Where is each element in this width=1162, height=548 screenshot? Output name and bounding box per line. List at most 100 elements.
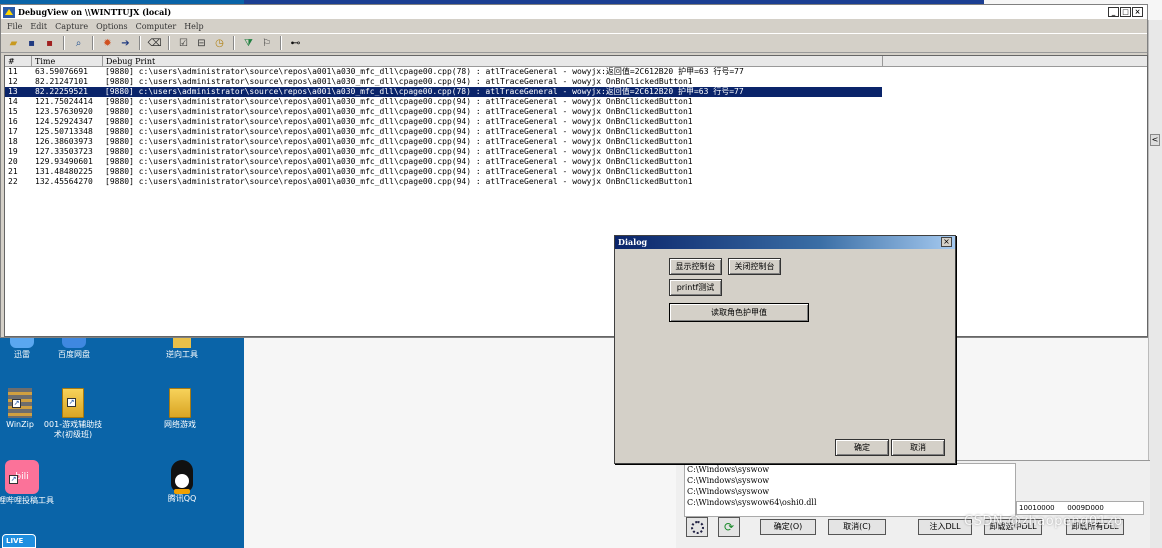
time-icon[interactable]: ⊟ bbox=[195, 37, 208, 50]
desktop-icon-label: WinZip bbox=[6, 420, 34, 429]
debug-output-list[interactable]: # Time Debug Print 11 63.59076691 [9880] c… bbox=[4, 55, 1148, 337]
log-time: 123.57630920 bbox=[35, 107, 93, 116]
menu-computer[interactable]: Computer bbox=[136, 22, 177, 31]
capture-icon[interactable]: ✹ bbox=[101, 37, 114, 50]
module-list[interactable]: C:\Windows\syswow C:\Windows\syswow C:\W… bbox=[684, 463, 1016, 517]
log-index: 15 bbox=[8, 107, 18, 116]
menu-edit[interactable]: Edit bbox=[30, 22, 47, 31]
module-path[interactable]: C:\Windows\syswow64\oshi0.dll bbox=[685, 497, 1015, 508]
log-index: 21 bbox=[8, 167, 18, 176]
save-icon[interactable]: ▪ bbox=[25, 37, 38, 50]
read-armor-button[interactable]: 读取角色护甲值 bbox=[669, 303, 809, 322]
shortcut-arrow-icon: ↗ bbox=[67, 398, 76, 407]
desktop-icon-online-games[interactable]: 网络游戏 bbox=[150, 388, 210, 430]
refresh-icon-button[interactable]: ⟳ bbox=[718, 517, 740, 537]
log-message: [9880] c:\users\administrator\source\rep… bbox=[105, 177, 693, 186]
arrow-right-icon[interactable]: ➔ bbox=[119, 37, 132, 50]
save-as-icon[interactable]: ▪ bbox=[43, 37, 56, 50]
log-index: 11 bbox=[8, 67, 18, 76]
desktop-icon-baidu-netdisk[interactable]: 百度网盘 bbox=[44, 338, 104, 360]
debugview-title-bar[interactable]: DebugView on \\WINTTUJX (local) _ □ × bbox=[1, 5, 1147, 19]
log-row[interactable]: 21 131.48480225 [9880] c:\users\administra… bbox=[5, 167, 1147, 177]
log-time: 126.38603973 bbox=[35, 137, 93, 146]
log-index: 14 bbox=[8, 97, 18, 106]
log-row[interactable]: 19 127.33503723 [9880] c:\users\administra… bbox=[5, 147, 1147, 157]
minimize-button[interactable]: _ bbox=[1108, 7, 1119, 17]
column-header-debug-print[interactable]: Debug Print bbox=[103, 56, 883, 66]
desktop-icon-qq[interactable]: 腾讯QQ bbox=[152, 460, 212, 504]
desktop-icon-game-course[interactable]: ↗ 001-游戏辅助技术(初级班) bbox=[42, 388, 104, 440]
filter-icon[interactable]: ⧩ bbox=[242, 37, 255, 50]
log-row[interactable]: 13 82.22259521 [9880] c:\users\administrat… bbox=[5, 87, 882, 97]
column-header-index[interactable]: # bbox=[5, 56, 32, 66]
log-row[interactable]: 11 63.59076691 [9880] c:\users\administrat… bbox=[5, 67, 1147, 77]
module-path[interactable]: C:\Windows\syswow bbox=[685, 486, 1015, 497]
log-message: [9880] c:\users\administrator\source\rep… bbox=[105, 167, 693, 176]
background-scrollbar[interactable] bbox=[1148, 20, 1162, 548]
live-icon[interactable]: LIVE bbox=[2, 534, 36, 548]
injector-cancel-button[interactable]: 取消(C) bbox=[828, 519, 886, 535]
toolbar-separator bbox=[139, 36, 141, 50]
injector-ok-button[interactable]: 确定(O) bbox=[760, 519, 816, 535]
log-time: 131.48480225 bbox=[35, 167, 93, 176]
winzip-icon: ↗ bbox=[8, 388, 32, 418]
module-path[interactable]: C:\Windows\syswow bbox=[685, 464, 1015, 475]
clock-icon[interactable]: ◷ bbox=[213, 37, 226, 50]
column-header-time[interactable]: Time bbox=[32, 56, 103, 66]
log-message: [9880] c:\users\administrator\source\rep… bbox=[105, 107, 693, 116]
debugview-app-icon bbox=[3, 6, 15, 18]
clear-display-icon[interactable]: ⌫ bbox=[147, 37, 161, 50]
close-console-button[interactable]: 关闭控制台 bbox=[728, 258, 781, 275]
log-row[interactable]: 16 124.52924347 [9880] c:\users\administra… bbox=[5, 117, 1147, 127]
log-time: 125.50713348 bbox=[35, 127, 93, 136]
scroll-left-arrow-icon[interactable]: < bbox=[1150, 134, 1160, 146]
bilibili-icon: bili ↗ bbox=[5, 460, 39, 494]
shortcut-arrow-icon: ↗ bbox=[12, 399, 21, 408]
close-button[interactable]: × bbox=[1132, 7, 1143, 17]
desktop-icon-label: 哔哩哔哩投稿工具 bbox=[0, 496, 54, 505]
menu-file[interactable]: File bbox=[7, 22, 22, 31]
highlight-icon[interactable]: ⚐ bbox=[260, 37, 273, 50]
dialog-cancel-button[interactable]: 取消 bbox=[891, 439, 945, 456]
log-row[interactable]: 15 123.57630920 [9880] c:\users\administra… bbox=[5, 107, 1147, 117]
desktop-icon-bilibili[interactable]: bili ↗ 哔哩哔哩投稿工具 bbox=[0, 460, 54, 506]
autoscroll-icon[interactable]: ☑ bbox=[177, 37, 190, 50]
open-folder-icon[interactable]: ▰ bbox=[7, 37, 20, 50]
log-row[interactable]: 12 82.21247101 [9880] c:\users\administrat… bbox=[5, 77, 1147, 87]
printf-test-button[interactable]: printf测试 bbox=[669, 279, 722, 296]
log-row[interactable]: 14 121.75024414 [9880] c:\users\administra… bbox=[5, 97, 1147, 107]
dialog-close-button[interactable]: × bbox=[941, 237, 952, 247]
toolbar-separator bbox=[233, 36, 235, 50]
module-base-address: 10010000 bbox=[1019, 504, 1055, 512]
log-index: 22 bbox=[8, 177, 18, 186]
log-message: [9880] c:\users\administrator\source\rep… bbox=[105, 147, 693, 156]
module-path[interactable]: C:\Windows\syswow bbox=[685, 475, 1015, 486]
dialog-title-bar[interactable]: Dialog bbox=[615, 236, 955, 249]
csdn-watermark: CSDN @zhaopeng01zp bbox=[964, 514, 1123, 529]
log-message: [9880] c:\users\administrator\source\rep… bbox=[104, 87, 744, 96]
log-index: 17 bbox=[8, 127, 18, 136]
desktop-icon-label: 001-游戏辅助技术(初级班) bbox=[43, 420, 103, 439]
log-message: [9880] c:\users\administrator\source\rep… bbox=[105, 67, 744, 76]
menu-help[interactable]: Help bbox=[184, 22, 203, 31]
baidu-netdisk-icon bbox=[62, 338, 86, 348]
log-message: [9880] c:\users\administrator\source\rep… bbox=[105, 157, 693, 166]
log-row[interactable]: 22 132.45564270 [9880] c:\users\administra… bbox=[5, 177, 1147, 187]
log-time: 129.93490601 bbox=[35, 157, 93, 166]
log-row[interactable]: 17 125.50713348 [9880] c:\users\administra… bbox=[5, 127, 1147, 137]
log-row[interactable]: 18 126.38603973 [9880] c:\users\administra… bbox=[5, 137, 1147, 147]
log-row[interactable]: 20 129.93490601 [9880] c:\users\administra… bbox=[5, 157, 1147, 167]
log-index: 20 bbox=[8, 157, 18, 166]
shortcut-arrow-icon: ↗ bbox=[9, 475, 18, 484]
find-icon[interactable]: ⌕ bbox=[72, 37, 85, 50]
binoculars-icon[interactable]: ⊷ bbox=[289, 37, 302, 50]
desktop-icon-reverse-tools[interactable]: 逆向工具 bbox=[152, 338, 212, 360]
menu-capture[interactable]: Capture bbox=[55, 22, 88, 31]
desktop-icon-label: 腾讯QQ bbox=[167, 494, 197, 503]
maximize-button[interactable]: □ bbox=[1120, 7, 1131, 17]
menu-options[interactable]: Options bbox=[96, 22, 128, 31]
dialog-ok-button[interactable]: 确定 bbox=[835, 439, 889, 456]
settings-icon-button[interactable] bbox=[686, 517, 708, 537]
desktop-icon-label: 网络游戏 bbox=[164, 420, 196, 429]
show-console-button[interactable]: 显示控制台 bbox=[669, 258, 722, 275]
